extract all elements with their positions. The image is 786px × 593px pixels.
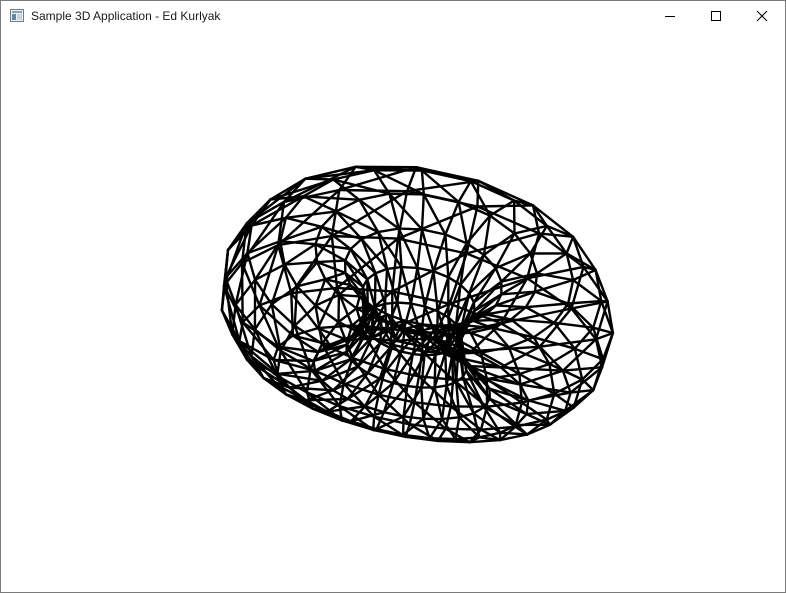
torus-edge: [420, 386, 425, 420]
torus-edge: [444, 233, 468, 245]
torus-edge: [527, 391, 572, 402]
torus-edge: [385, 265, 403, 271]
torus-edge: [277, 243, 293, 295]
torus-edge: [374, 271, 387, 305]
render-viewport[interactable]: [1, 31, 785, 592]
torus-edge: [428, 437, 457, 441]
torus-edge: [471, 318, 513, 322]
torus-edge: [366, 371, 381, 380]
torus-edge: [432, 270, 439, 313]
torus-edge: [533, 278, 575, 293]
torus-edge: [413, 375, 421, 404]
torus-edge: [450, 351, 483, 356]
torus-edge: [416, 266, 435, 273]
torus-edge: [472, 405, 486, 415]
torus-edge: [532, 321, 556, 339]
torus-edge: [592, 326, 615, 335]
torus-edge: [570, 307, 598, 341]
torus-edge: [337, 307, 358, 324]
torus-edge: [304, 177, 335, 181]
torus-edge: [420, 193, 425, 231]
torus-edge: [420, 169, 425, 196]
torus-edge: [315, 259, 347, 264]
torus-edge: [388, 192, 425, 196]
torus-edge: [440, 416, 461, 421]
torus-edge: [284, 216, 323, 229]
torus-edge: [527, 399, 567, 412]
torus-edge: [422, 193, 447, 236]
close-button[interactable]: [739, 1, 785, 31]
torus-edge: [477, 179, 535, 207]
torus-edge: [535, 272, 575, 282]
torus-edge: [400, 350, 414, 356]
torus-edge: [349, 237, 363, 251]
torus-edge: [571, 235, 597, 272]
torus-edge: [433, 386, 444, 421]
torus-edge: [444, 427, 483, 431]
torus-edge: [488, 199, 516, 217]
torus-edge: [600, 331, 615, 369]
window-app-icon: [10, 9, 24, 22]
torus-edge: [457, 200, 468, 245]
torus-edge: [400, 265, 419, 270]
application-window: Sample 3D Application - Ed Kurlyak: [0, 0, 786, 593]
torus-edge: [594, 300, 609, 341]
torus-edge: [355, 295, 361, 310]
torus-edge: [396, 301, 413, 305]
torus-edge: [397, 227, 424, 231]
torus-edge: [507, 336, 535, 349]
torus-edge: [396, 265, 403, 304]
torus-edge: [416, 228, 424, 270]
torus-edge: [432, 270, 450, 279]
torus-edge: [383, 267, 389, 305]
torus-edge: [433, 384, 448, 389]
torus-edge: [344, 247, 352, 262]
title-bar[interactable]: Sample 3D Application - Ed Kurlyak: [1, 1, 785, 31]
torus-edge: [377, 227, 400, 234]
torus-edge: [383, 301, 399, 305]
torus-edge: [444, 233, 450, 279]
torus-edge: [565, 235, 575, 255]
torus-edge: [533, 290, 570, 305]
torus-edge: [494, 266, 503, 283]
torus-edge: [420, 228, 435, 273]
torus-edge: [373, 271, 377, 309]
torus-edge: [406, 384, 423, 389]
torus-edge: [391, 237, 400, 293]
torus-edge: [409, 266, 419, 305]
torus-edge: [494, 304, 527, 309]
torus-edge: [561, 366, 604, 372]
torus-edge: [567, 278, 575, 305]
torus-edge: [416, 266, 427, 308]
torus-edge: [402, 415, 425, 420]
torus-edge: [525, 399, 530, 416]
torus-edge: [476, 179, 480, 208]
torus-wireframe: [220, 165, 615, 444]
minimize-icon: [665, 16, 675, 17]
torus-edge: [337, 283, 352, 297]
torus-edge: [420, 331, 425, 353]
torus-edge: [335, 198, 361, 213]
torus-edge: [314, 242, 319, 264]
minimize-button[interactable]: [647, 1, 693, 31]
torus-edge: [374, 267, 389, 275]
torus-edge: [524, 302, 570, 309]
torus-edge: [320, 320, 340, 345]
torus-edge: [459, 283, 471, 295]
maximize-button[interactable]: [693, 1, 739, 31]
torus-edge: [275, 349, 282, 377]
torus-edge: [401, 415, 405, 436]
torus-edge: [372, 415, 376, 432]
close-icon: [756, 10, 768, 22]
window-title: Sample 3D Application - Ed Kurlyak: [31, 9, 221, 23]
torus-edge: [358, 192, 391, 202]
maximize-icon: [711, 11, 721, 21]
torus-edge: [241, 304, 261, 324]
torus-edge: [476, 204, 535, 208]
